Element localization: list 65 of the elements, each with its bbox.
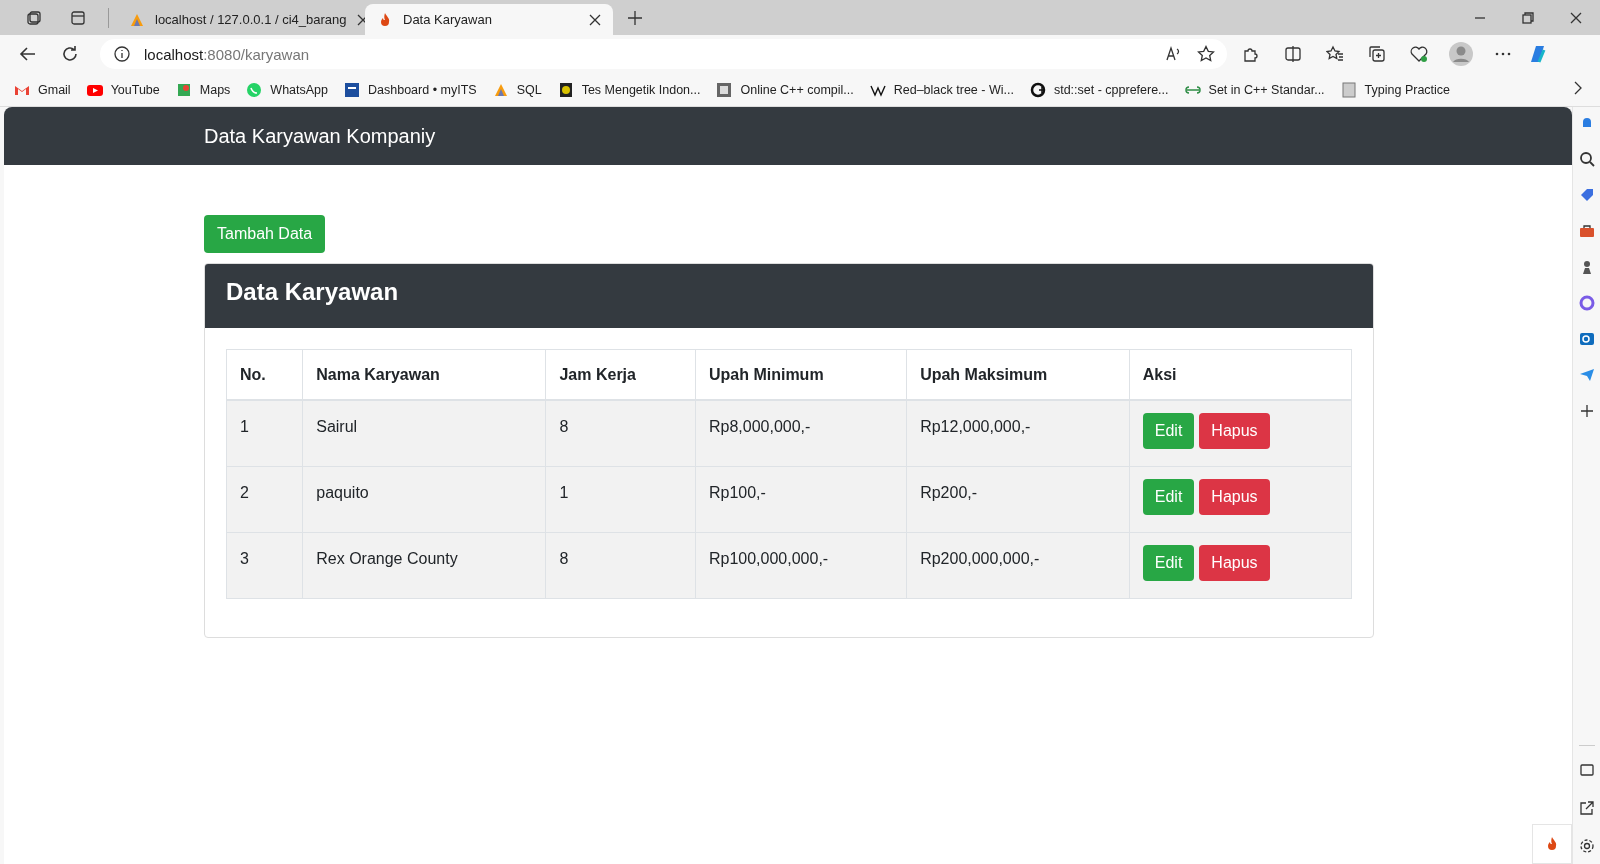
ring-logo-icon[interactable]: [1578, 295, 1595, 311]
bookmark-link[interactable]: Maps: [175, 81, 231, 98]
sidebar-tabs-icon[interactable]: [70, 9, 86, 26]
panel-icon[interactable]: [1578, 762, 1595, 778]
bookmark-link[interactable]: Dashboard • myITS: [344, 81, 477, 98]
delete-button[interactable]: Hapus: [1199, 545, 1270, 581]
table-cell: Rp200,-: [906, 466, 1130, 533]
table-cell: Rp100,-: [695, 466, 907, 533]
bookmark-link[interactable]: WhatsApp: [246, 81, 329, 98]
close-icon[interactable]: [1570, 11, 1582, 24]
table-cell: 3: [226, 532, 303, 599]
card-title: Data Karyawan: [226, 278, 400, 306]
table-cell: paquito: [302, 466, 546, 533]
navbar-brand[interactable]: Data Karyawan Kompaniy: [204, 124, 436, 148]
bookmark-link[interactable]: Typing Practice: [1340, 81, 1451, 98]
avatar-icon[interactable]: [1448, 41, 1474, 67]
restore-icon[interactable]: [1522, 11, 1534, 24]
table-cell: Rp200,000,000,-: [906, 532, 1130, 599]
external-window-icon[interactable]: [1578, 800, 1595, 816]
bookmark-link[interactable]: SQL: [492, 81, 542, 98]
table-cell: Rp100,000,000,-: [695, 532, 907, 599]
square-logo-icon: [344, 81, 361, 98]
back-arrow-icon[interactable]: [19, 45, 37, 63]
collections-icon[interactable]: [1368, 45, 1386, 63]
search-icon[interactable]: [1578, 151, 1595, 167]
url-path: :8080/karyawan: [203, 45, 310, 63]
tab-stack-icon[interactable]: [26, 9, 42, 26]
circle-logo-icon: [1029, 81, 1046, 98]
bookmark-link[interactable]: Tes Mengetik Indon...: [557, 81, 701, 98]
close-icon[interactable]: [589, 13, 601, 26]
plus-icon[interactable]: [1578, 403, 1595, 419]
url-host: localhost: [144, 45, 204, 63]
table-cell: Sairul: [302, 400, 546, 467]
page-icon: [1340, 81, 1357, 98]
table-cell: 2: [226, 466, 303, 533]
table-cell: Rex Orange County: [302, 532, 546, 599]
chat-bubble-icon: [246, 81, 263, 98]
star-icon[interactable]: [1197, 45, 1215, 63]
reload-icon[interactable]: [61, 45, 79, 63]
table-cell: Rp8,000,000,-: [695, 400, 907, 467]
bookmark-link[interactable]: Gmail: [14, 81, 71, 98]
table-cell: 1: [545, 466, 696, 533]
bookmark-link[interactable]: Set in C++ Standar...: [1184, 81, 1325, 98]
table-cell: 1: [226, 400, 303, 467]
address-bar[interactable]: localhost:8080/karyawan: [100, 39, 1227, 69]
table-cell: 8: [545, 532, 696, 599]
table-cell: 8: [545, 400, 696, 467]
square-logo-icon: [716, 81, 733, 98]
bookmark-link[interactable]: Online C++ compil...: [716, 81, 854, 98]
delete-button[interactable]: Hapus: [1199, 413, 1270, 449]
mail-logo-icon[interactable]: [1578, 331, 1595, 347]
table-cell: Rp12,000,000,-: [906, 400, 1130, 467]
split-screen-icon[interactable]: [1284, 45, 1302, 63]
bookmark-link[interactable]: Red–black tree - Wi...: [869, 81, 1014, 98]
paper-plane-icon[interactable]: [1578, 367, 1595, 383]
bookmark-link[interactable]: YouTube: [86, 81, 160, 98]
plus-icon[interactable]: [627, 9, 643, 26]
bookmark-link[interactable]: std::set - cpprefere...: [1029, 81, 1169, 98]
delete-button[interactable]: Hapus: [1199, 479, 1270, 515]
info-icon[interactable]: [114, 46, 130, 62]
heart-pulse-icon[interactable]: [1410, 45, 1428, 63]
puzzle-icon[interactable]: [1242, 45, 1260, 63]
toolbox-icon[interactable]: [1578, 223, 1595, 239]
favorites-icon[interactable]: [1326, 45, 1344, 63]
browser-tab[interactable]: Data Karyawan: [365, 4, 613, 35]
